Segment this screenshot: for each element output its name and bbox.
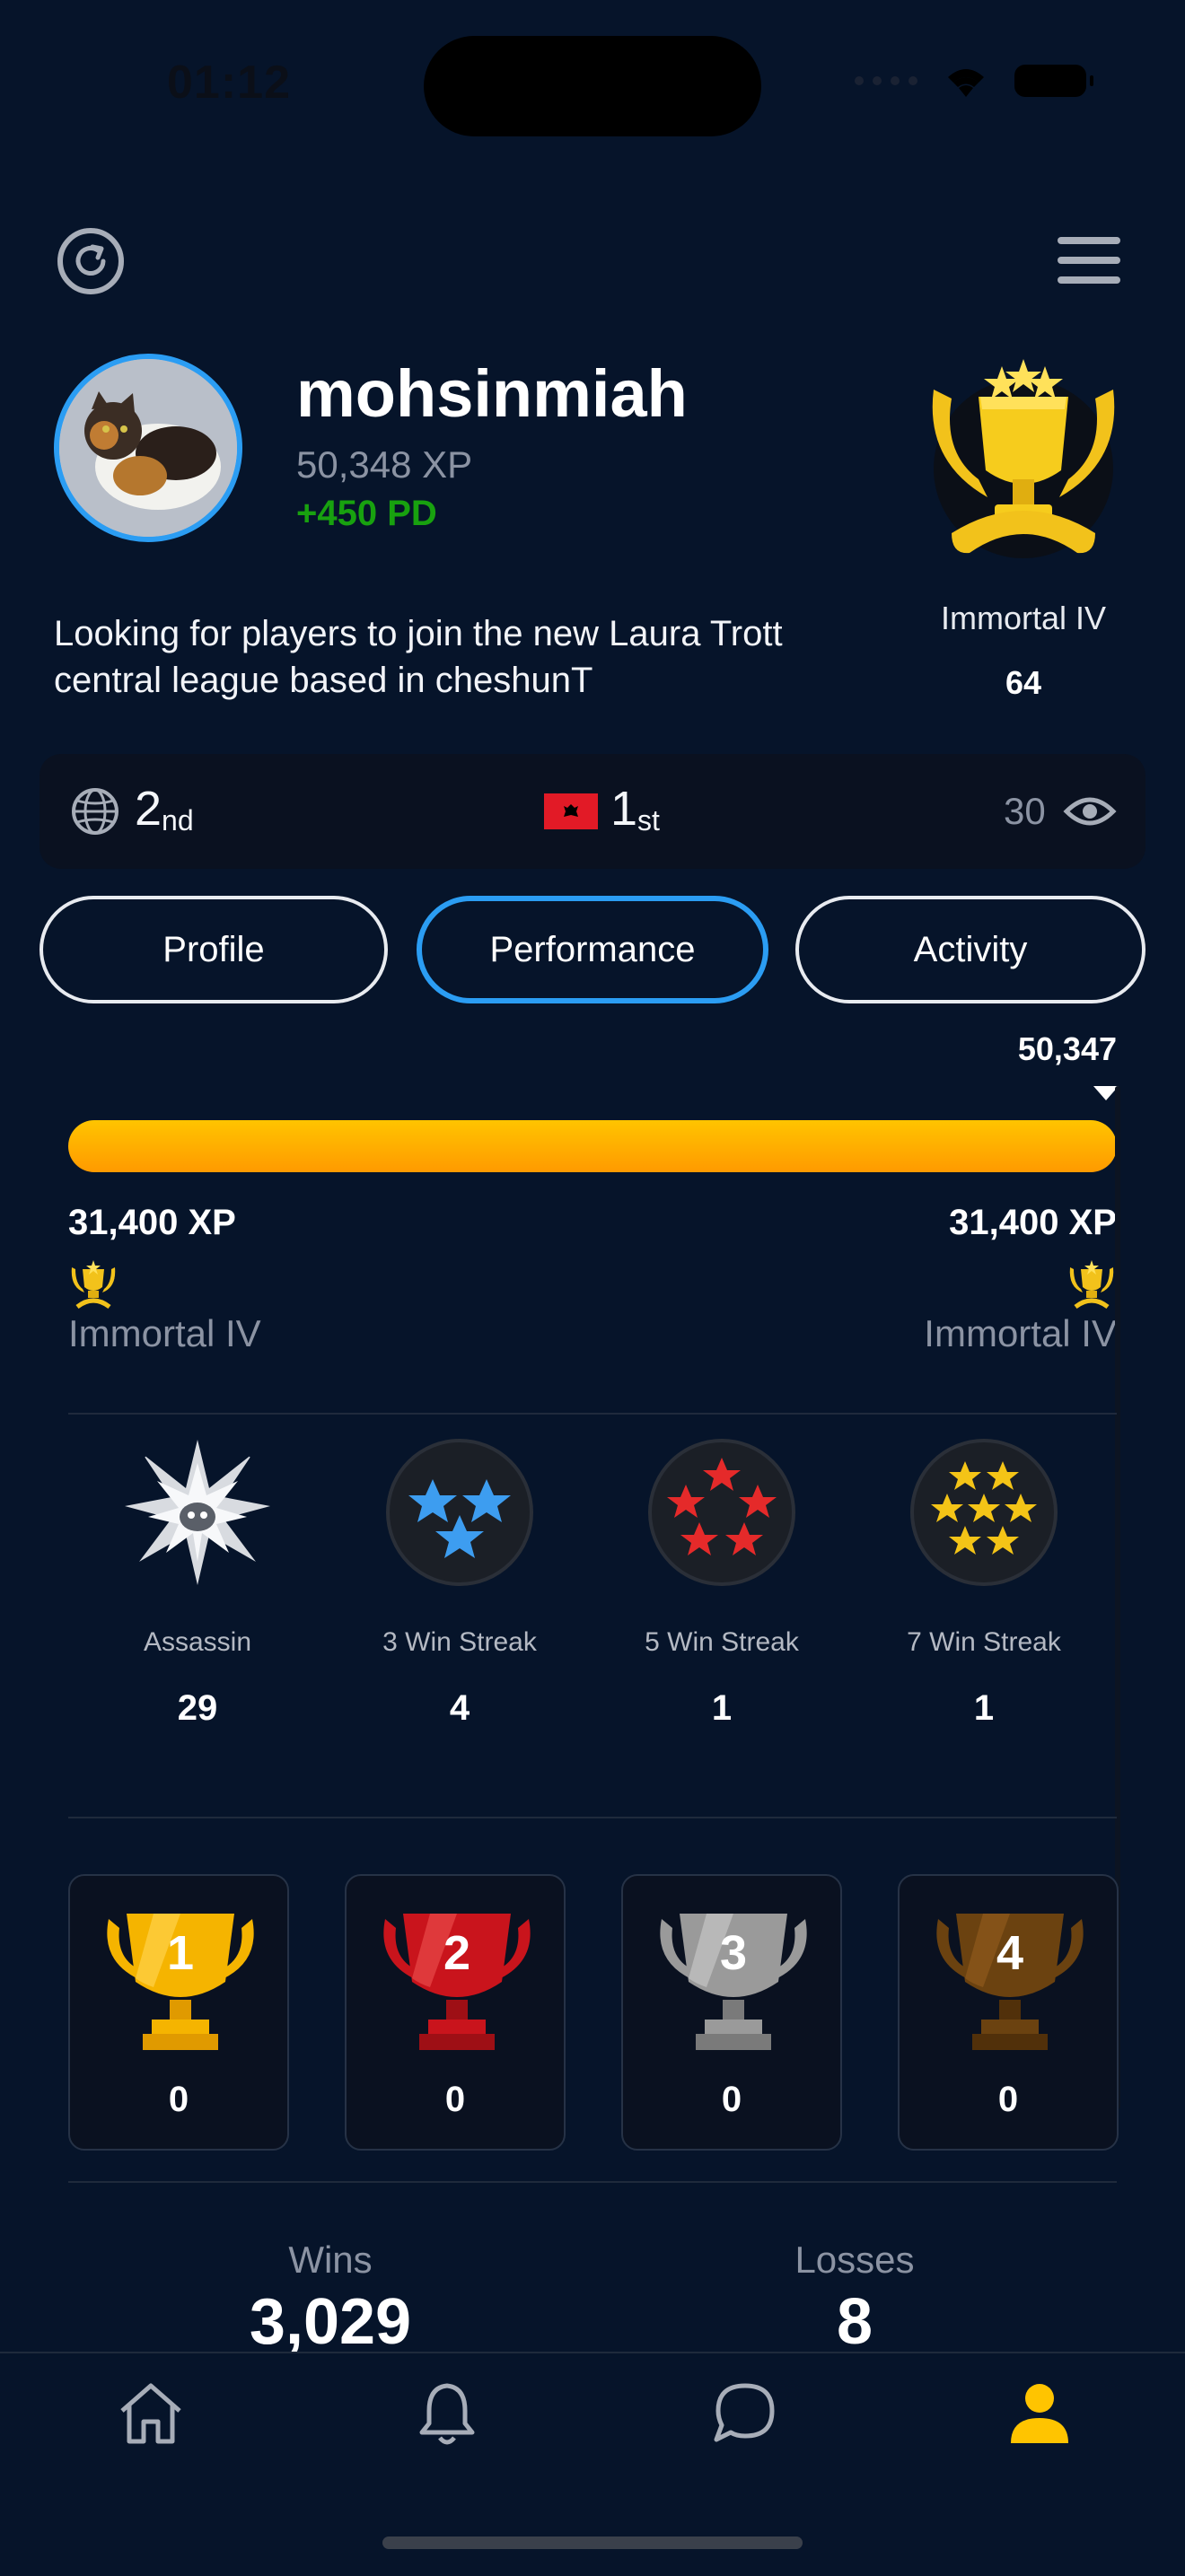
bronze-trophy-icon: 4: [936, 1914, 1084, 2050]
wifi-icon: [948, 69, 984, 97]
gold-trophy-icon: 1: [107, 1914, 254, 2050]
svg-text:3: 3: [720, 1926, 747, 1980]
avatar[interactable]: [54, 354, 242, 542]
blue-stars-icon: [386, 1439, 533, 1586]
refresh-icon: [75, 244, 106, 276]
tier-start-trophy-icon: [71, 1260, 116, 1310]
achievement-count: 29: [177, 1688, 218, 1728]
losses-label: Losses: [794, 2239, 915, 2281]
achievement-assassin[interactable]: Assassin 29: [81, 1436, 314, 1729]
signal-icon: [855, 76, 917, 85]
dynamic-island: [424, 36, 761, 136]
cat-photo: [59, 359, 237, 537]
achievement-count: 1: [711, 1688, 733, 1728]
tier-end-trophy-icon: [1069, 1260, 1114, 1310]
achievement-label: Assassin: [143, 1627, 252, 1657]
svg-text:4: 4: [996, 1926, 1023, 1980]
achievement-count: 1: [973, 1688, 995, 1728]
trophy-fourth-place[interactable]: 4 0: [898, 1874, 1119, 2151]
achievement-count: 4: [449, 1688, 470, 1728]
xp-progress-bar: [68, 1120, 1117, 1172]
trophy-count: 0: [721, 2080, 742, 2119]
tier-start-name: Immortal IV: [68, 1312, 261, 1354]
achievement-label: 7 Win Streak: [907, 1627, 1061, 1657]
trophy-count: 0: [997, 2080, 1019, 2119]
country-rank-value: 1: [610, 782, 638, 836]
trophy-count: 0: [444, 2080, 466, 2119]
rank-trophy-icon[interactable]: [916, 354, 1131, 569]
view-count: 30: [1004, 790, 1046, 832]
home-indicator: [382, 2537, 803, 2549]
tier-start-xp: 31,400 XP: [68, 1203, 236, 1242]
bell-icon[interactable]: [411, 2377, 483, 2449]
menu-line: [1058, 257, 1120, 264]
tier-end-name: Immortal IV: [924, 1312, 1117, 1354]
eye-icon: [1063, 797, 1117, 826]
wins-label: Wins: [288, 2239, 373, 2281]
rank-name: Immortal IV: [940, 600, 1107, 636]
achievement-3-win-streak[interactable]: 3 Win Streak 4: [343, 1436, 576, 1729]
trophy-first-place[interactable]: 1 0: [68, 1874, 289, 2151]
status-time: 01:12: [167, 57, 291, 109]
divider: [68, 1413, 1117, 1415]
trophy-second-place[interactable]: 2 0: [345, 1874, 566, 2151]
menu-line: [1058, 237, 1120, 244]
refresh-button[interactable]: [57, 228, 124, 294]
country-rank-suffix: st: [637, 804, 660, 837]
wins-value: 3,029: [249, 2286, 412, 2358]
assassin-star-icon: [125, 1440, 270, 1585]
total-xp: 50,348 XP: [296, 443, 473, 486]
achievement-7-win-streak[interactable]: 7 Win Streak 1: [867, 1436, 1101, 1729]
divider: [68, 2181, 1117, 2183]
tab-profile[interactable]: Profile: [40, 896, 388, 1003]
achievement-label: 3 Win Streak: [382, 1627, 537, 1657]
username: mohsinmiah: [296, 356, 688, 431]
achievement-label: 5 Win Streak: [645, 1627, 799, 1657]
global-rank-value: 2: [135, 782, 162, 836]
losses-value: 8: [836, 2286, 873, 2358]
trophy-third-place[interactable]: 3 0: [621, 1874, 842, 2151]
global-rank-suffix: nd: [162, 804, 194, 837]
gold-stars-icon: [910, 1439, 1058, 1586]
red-stars-icon: [648, 1439, 795, 1586]
country-flag-icon: [544, 793, 598, 829]
menu-button[interactable]: [1058, 237, 1120, 284]
status-icons: [855, 63, 1093, 99]
global-rank[interactable]: 2nd: [135, 781, 194, 837]
trophy-count: 0: [168, 2080, 189, 2119]
menu-line: [1058, 276, 1120, 284]
achievement-5-win-streak[interactable]: 5 Win Streak 1: [605, 1436, 838, 1729]
profile-icon[interactable]: [1004, 2377, 1075, 2449]
red-trophy-icon: 2: [383, 1914, 531, 2050]
tab-performance[interactable]: Performance: [417, 896, 768, 1003]
tab-activity[interactable]: Activity: [795, 896, 1146, 1003]
current-xp-marker-value: 50,347: [1017, 1030, 1117, 1067]
chat-icon[interactable]: [707, 2377, 779, 2449]
svg-text:2: 2: [443, 1926, 470, 1980]
divider: [68, 1817, 1117, 1818]
country-rank[interactable]: 1st: [610, 781, 660, 837]
bio-text: Looking for players to join the new Laur…: [54, 614, 783, 700]
tier-end-xp: 31,400 XP: [949, 1203, 1117, 1242]
pd-change: +450 PD: [296, 494, 437, 533]
home-icon[interactable]: [115, 2377, 187, 2449]
globe-icon: [72, 788, 118, 835]
battery-icon: [1014, 65, 1093, 97]
silver-trophy-icon: 3: [660, 1914, 807, 2050]
svg-text:1: 1: [167, 1926, 194, 1980]
rank-number: 64: [1005, 664, 1042, 701]
